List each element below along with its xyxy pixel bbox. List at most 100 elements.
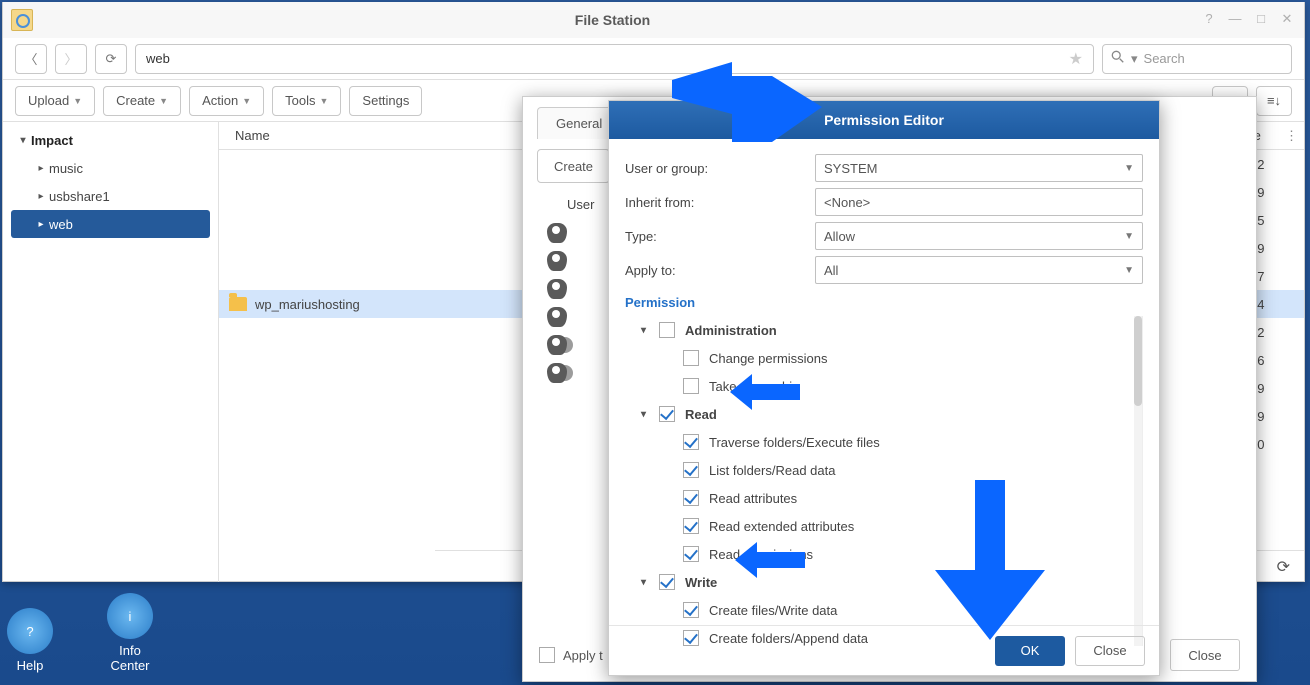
titlebar: File Station ? — □ ✕ bbox=[3, 2, 1304, 38]
type-select[interactable]: Allow▼ bbox=[815, 222, 1143, 250]
perm-item[interactable]: Create files/Write data bbox=[625, 596, 1138, 624]
caret-down-icon: ▼ bbox=[73, 96, 82, 106]
checkbox[interactable] bbox=[683, 378, 699, 394]
tree-item-music[interactable]: ▸music bbox=[11, 154, 210, 182]
caret-down-icon: ▼ bbox=[159, 96, 168, 106]
path-value: web bbox=[146, 51, 170, 66]
perm-group-write[interactable]: ▾Write bbox=[625, 568, 1138, 596]
scrollbar[interactable] bbox=[1134, 316, 1142, 646]
path-input[interactable]: web ★ bbox=[135, 44, 1094, 74]
help-icon: ? bbox=[26, 624, 33, 639]
settings-button[interactable]: Settings bbox=[349, 86, 422, 116]
search-icon bbox=[1111, 50, 1125, 67]
taskbar-help[interactable]: ? Help bbox=[0, 608, 60, 673]
perm-group-read[interactable]: ▾Read bbox=[625, 400, 1138, 428]
search-placeholder: Search bbox=[1144, 51, 1185, 66]
refresh-button[interactable]: ⟳ bbox=[95, 44, 127, 74]
perm-item[interactable]: Read attributes bbox=[625, 484, 1138, 512]
checkbox[interactable] bbox=[659, 406, 675, 422]
apply-checkbox[interactable] bbox=[539, 647, 555, 663]
ok-button[interactable]: OK bbox=[995, 636, 1065, 666]
checkbox[interactable] bbox=[659, 574, 675, 590]
caret-down-icon: ▼ bbox=[1124, 265, 1134, 276]
perm-item[interactable]: Take ownership bbox=[625, 372, 1138, 400]
window-title: File Station bbox=[33, 12, 1192, 28]
caret-down-icon: ▼ bbox=[242, 96, 251, 106]
checkbox[interactable] bbox=[683, 546, 699, 562]
collapse-icon: ▾ bbox=[641, 577, 653, 588]
forward-button[interactable]: 〉 bbox=[55, 44, 87, 74]
caret-down-icon: ▼ bbox=[1124, 163, 1134, 174]
permission-editor-dialog: Permission Editor User or group: SYSTEM▼… bbox=[608, 100, 1160, 676]
expand-icon: ▸ bbox=[35, 191, 47, 202]
expand-icon: ▸ bbox=[35, 219, 47, 230]
checkbox[interactable] bbox=[683, 602, 699, 618]
tree-item-web[interactable]: ▸web bbox=[11, 210, 210, 238]
user-icon bbox=[547, 223, 567, 243]
inherit-label: Inherit from: bbox=[625, 195, 815, 210]
sort-button[interactable]: ≡↓ bbox=[1256, 86, 1292, 116]
checkbox[interactable] bbox=[683, 350, 699, 366]
create-button[interactable]: Create▼ bbox=[103, 86, 181, 116]
caret-down-icon: ▼ bbox=[1124, 231, 1134, 242]
apply-label: Apply t bbox=[563, 648, 603, 663]
app-icon bbox=[11, 9, 33, 31]
menu-dots-icon[interactable]: ⋮ bbox=[1285, 128, 1298, 144]
checkbox[interactable] bbox=[683, 490, 699, 506]
user-or-group-select[interactable]: SYSTEM▼ bbox=[815, 154, 1143, 182]
perm-item[interactable]: List folders/Read data bbox=[625, 456, 1138, 484]
expand-icon: ▸ bbox=[35, 163, 47, 174]
folder-icon bbox=[229, 297, 247, 311]
search-input[interactable]: ▾ Search bbox=[1102, 44, 1292, 74]
user-icon bbox=[547, 307, 567, 327]
perm-item[interactable]: Read extended attributes bbox=[625, 512, 1138, 540]
apply-to-select[interactable]: All▼ bbox=[815, 256, 1143, 284]
perm-item[interactable]: Read permissions bbox=[625, 540, 1138, 568]
nav-toolbar: 〈 〉 ⟳ web ★ ▾ Search bbox=[3, 38, 1304, 80]
sidebar: ▾Impact ▸music ▸usbshare1 ▸web bbox=[3, 122, 219, 582]
user-icon bbox=[547, 251, 567, 271]
close-icon[interactable]: ✕ bbox=[1278, 11, 1296, 29]
tools-button[interactable]: Tools▼ bbox=[272, 86, 341, 116]
dialog-title: Permission Editor bbox=[609, 101, 1159, 139]
group-icon bbox=[547, 363, 567, 383]
permission-section-title: Permission bbox=[625, 295, 1143, 310]
user-or-group-label: User or group: bbox=[625, 161, 815, 176]
action-button[interactable]: Action▼ bbox=[189, 86, 264, 116]
collapse-icon: ▾ bbox=[17, 135, 29, 146]
group-icon bbox=[547, 335, 567, 355]
collapse-icon: ▾ bbox=[641, 325, 653, 336]
create-permission-button[interactable]: Create bbox=[537, 149, 610, 183]
close-button[interactable]: Close bbox=[1075, 636, 1145, 666]
type-label: Type: bbox=[625, 229, 815, 244]
permission-tree: ▾Administration Change permissions Take … bbox=[625, 316, 1143, 646]
refresh-icon[interactable]: ⟳ bbox=[1277, 557, 1290, 577]
tree-item-usbshare1[interactable]: ▸usbshare1 bbox=[11, 182, 210, 210]
minimize-icon[interactable]: — bbox=[1226, 11, 1244, 29]
checkbox[interactable] bbox=[683, 434, 699, 450]
tree-root[interactable]: ▾Impact bbox=[11, 126, 210, 154]
collapse-icon: ▾ bbox=[641, 409, 653, 420]
file-name: wp_mariushosting bbox=[255, 297, 360, 312]
checkbox[interactable] bbox=[659, 322, 675, 338]
checkbox[interactable] bbox=[683, 462, 699, 478]
user-icon bbox=[547, 279, 567, 299]
inherit-display: <None> bbox=[815, 188, 1143, 216]
back-button[interactable]: 〈 bbox=[15, 44, 47, 74]
perm-group-administration[interactable]: ▾Administration bbox=[625, 316, 1138, 344]
taskbar-info-center[interactable]: i Info Center bbox=[100, 593, 160, 673]
refresh-icon: ⟳ bbox=[106, 51, 117, 67]
maximize-icon[interactable]: □ bbox=[1252, 11, 1270, 29]
close-button[interactable]: Close bbox=[1170, 639, 1240, 671]
info-icon: i bbox=[129, 609, 132, 624]
apply-to-label: Apply to: bbox=[625, 263, 815, 278]
help-icon[interactable]: ? bbox=[1200, 11, 1218, 29]
perm-item[interactable]: Traverse folders/Execute files bbox=[625, 428, 1138, 456]
checkbox[interactable] bbox=[683, 518, 699, 534]
perm-item[interactable]: Change permissions bbox=[625, 344, 1138, 372]
favorite-icon[interactable]: ★ bbox=[1069, 49, 1083, 69]
chevron-left-icon: 〈 bbox=[24, 49, 37, 68]
chevron-right-icon: 〉 bbox=[64, 49, 77, 68]
caret-down-icon: ▼ bbox=[320, 96, 329, 106]
upload-button[interactable]: Upload▼ bbox=[15, 86, 95, 116]
